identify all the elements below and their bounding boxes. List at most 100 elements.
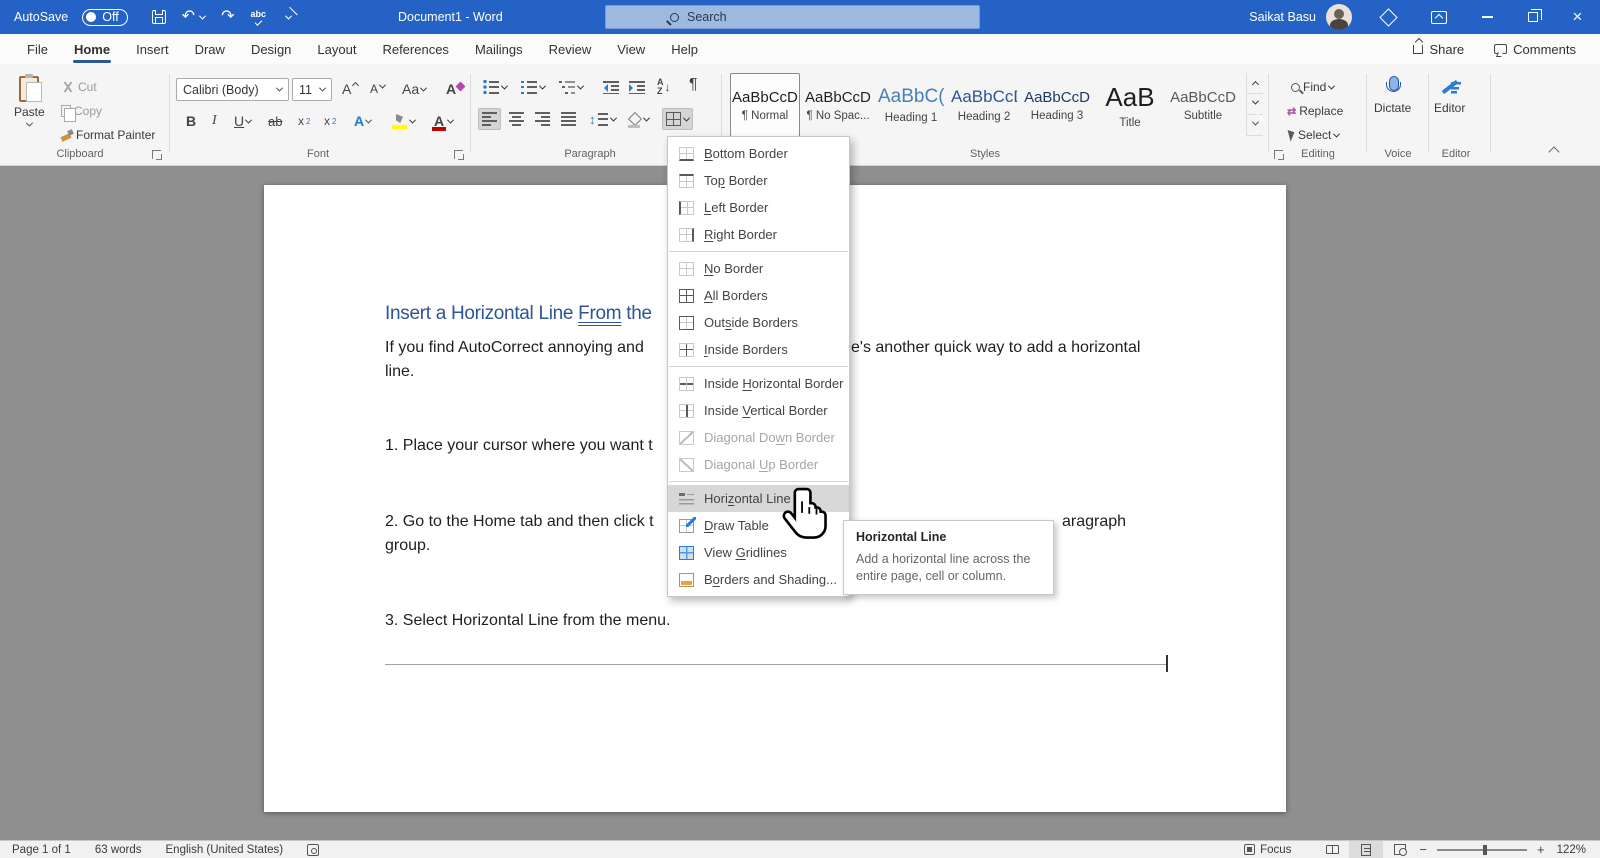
font-family-combo[interactable]: Calibri (Body)	[176, 78, 289, 101]
style-title[interactable]: AaBTitle	[1095, 73, 1165, 137]
account-name[interactable]: Saikat Basu	[1249, 10, 1316, 24]
menu-item-borders-and-shading[interactable]: Borders and Shading...	[668, 566, 849, 593]
style-heading-2[interactable]: AaBbCcDHeading 2	[949, 73, 1019, 137]
clear-formatting-button[interactable]: A	[442, 78, 466, 100]
tab-home[interactable]: Home	[61, 36, 123, 63]
tab-draw[interactable]: Draw	[182, 36, 238, 63]
gem-icon[interactable]	[1379, 8, 1397, 26]
undo-button[interactable]: ↶	[182, 9, 205, 25]
dictate-button[interactable]: Dictate	[1374, 76, 1411, 115]
tab-insert[interactable]: Insert	[123, 36, 182, 63]
collapse-ribbon-icon[interactable]	[1548, 146, 1559, 157]
bullets-chevron-icon[interactable]	[501, 82, 508, 89]
ribbon-display-options-icon[interactable]	[1431, 11, 1447, 24]
select-chevron-icon[interactable]	[1333, 130, 1340, 137]
line-spacing-chevron-icon[interactable]	[609, 114, 616, 121]
copy-button[interactable]: Copy	[58, 100, 105, 122]
change-case-button[interactable]: Aa	[398, 78, 430, 100]
italic-button[interactable]: I	[208, 110, 221, 132]
select-button[interactable]: Select	[1286, 124, 1342, 146]
menu-item-top-border[interactable]: Top Border	[668, 167, 849, 194]
style-normal[interactable]: AaBbCcDd¶ Normal	[730, 73, 800, 137]
style-heading-1[interactable]: AaBbC(Heading 1	[876, 73, 946, 137]
share-button[interactable]: Share	[1403, 38, 1474, 61]
save-icon[interactable]	[152, 10, 166, 24]
line-spacing-button[interactable]: ↕	[586, 108, 619, 130]
tab-view[interactable]: View	[604, 36, 658, 63]
text-highlight-button[interactable]	[388, 110, 419, 132]
accessibility-icon[interactable]	[307, 844, 319, 856]
zoom-out-button[interactable]: −	[1417, 842, 1429, 857]
page-indicator[interactable]: Page 1 of 1	[0, 844, 83, 856]
borders-button[interactable]	[662, 108, 693, 130]
tab-references[interactable]: References	[369, 36, 461, 63]
superscript-button[interactable]: x2	[320, 110, 340, 132]
close-button[interactable]: ×	[1555, 0, 1600, 34]
align-right-button[interactable]	[532, 108, 553, 130]
menu-item-right-border[interactable]: Right Border	[668, 221, 849, 248]
focus-button[interactable]: Focus	[1244, 844, 1291, 856]
styles-scroll-up-icon[interactable]	[1247, 73, 1263, 94]
paste-chevron-icon[interactable]	[26, 120, 33, 127]
tab-review[interactable]: Review	[536, 36, 605, 63]
multilevel-list-button[interactable]	[556, 76, 586, 98]
multilevel-chevron-icon[interactable]	[577, 82, 584, 89]
avatar[interactable]	[1326, 4, 1352, 30]
spelling-check-icon[interactable]: abc	[250, 10, 266, 24]
search-input[interactable]	[687, 10, 927, 24]
font-size-combo[interactable]: 11	[292, 78, 332, 101]
find-chevron-icon[interactable]	[1328, 82, 1335, 89]
bullets-button[interactable]	[480, 76, 510, 98]
minimize-button[interactable]	[1465, 0, 1510, 34]
font-color-chevron-icon[interactable]	[447, 116, 454, 123]
zoom-slider-thumb[interactable]	[1483, 845, 1487, 855]
tab-layout[interactable]: Layout	[304, 36, 369, 63]
zoom-in-button[interactable]: +	[1535, 842, 1547, 857]
replace-button[interactable]: ⇄Replace	[1284, 100, 1346, 122]
sort-button[interactable]: AZ↓	[654, 76, 674, 98]
format-painter-button[interactable]: Format Painter	[58, 124, 158, 146]
menu-item-outside-borders[interactable]: Outside Borders	[668, 309, 849, 336]
shading-chevron-icon[interactable]	[643, 114, 650, 121]
tab-design[interactable]: Design	[238, 36, 304, 63]
tab-help[interactable]: Help	[658, 36, 711, 63]
clipboard-dialog-launcher[interactable]	[152, 150, 161, 159]
menu-item-inside-vertical-border[interactable]: Inside Vertical Border	[668, 397, 849, 424]
style-no-spac[interactable]: AaBbCcDd¶ No Spac...	[803, 73, 873, 137]
menu-item-bottom-border[interactable]: Bottom Border	[668, 140, 849, 167]
tab-file[interactable]: File	[14, 36, 61, 63]
decrease-indent-button[interactable]	[600, 76, 622, 98]
numbering-chevron-icon[interactable]	[539, 82, 546, 89]
grow-font-button[interactable]: A	[338, 78, 362, 100]
styles-more-icon[interactable]	[1247, 115, 1263, 136]
text-effects-button[interactable]: A	[350, 110, 375, 132]
print-layout-button[interactable]	[1349, 841, 1383, 858]
highlight-chevron-icon[interactable]	[409, 116, 416, 123]
align-center-button[interactable]	[506, 108, 527, 130]
autosave-toggle[interactable]: Off	[82, 9, 127, 26]
increase-indent-button[interactable]	[626, 76, 648, 98]
show-paragraph-marks-button[interactable]: ¶	[686, 74, 701, 96]
shrink-font-button[interactable]: A	[366, 78, 389, 100]
shading-button[interactable]	[624, 108, 652, 130]
undo-chevron-icon[interactable]	[199, 12, 206, 19]
borders-chevron-icon[interactable]	[683, 114, 690, 121]
zoom-level[interactable]: 122%	[1547, 844, 1592, 856]
menu-item-no-border[interactable]: No Border	[668, 255, 849, 282]
align-left-button[interactable]	[478, 108, 501, 130]
search-bar[interactable]	[605, 5, 980, 29]
subscript-button[interactable]: x2	[294, 110, 314, 132]
zoom-slider[interactable]	[1437, 849, 1527, 851]
numbering-button[interactable]	[518, 76, 548, 98]
menu-item-inside-horizontal-border[interactable]: Inside Horizontal Border	[668, 370, 849, 397]
underline-chevron-icon[interactable]	[245, 116, 252, 123]
menu-item-all-borders[interactable]: All Borders	[668, 282, 849, 309]
underline-button[interactable]: U	[230, 110, 255, 132]
tab-mailings[interactable]: Mailings	[462, 36, 536, 63]
justify-button[interactable]	[558, 108, 579, 130]
menu-item-left-border[interactable]: Left Border	[668, 194, 849, 221]
styles-scroll-down-icon[interactable]	[1247, 94, 1263, 115]
web-layout-button[interactable]	[1383, 841, 1417, 858]
menu-item-inside-borders[interactable]: Inside Borders	[668, 336, 849, 363]
styles-dialog-launcher[interactable]	[1274, 150, 1283, 159]
